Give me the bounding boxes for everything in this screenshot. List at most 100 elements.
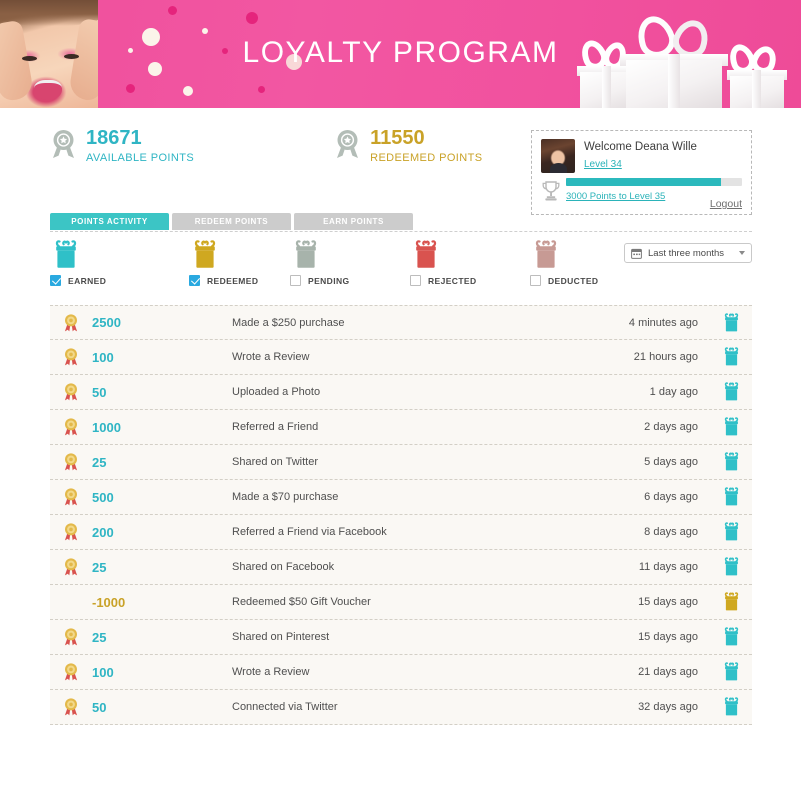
filter-pending[interactable]: PENDING	[290, 240, 430, 286]
table-row[interactable]: 500 Made a $70 purchase 6 days ago	[50, 480, 752, 515]
row-medal-cell	[50, 348, 92, 366]
chevron-down-icon[interactable]	[739, 251, 745, 255]
welcome-message: Welcome Deana Wille	[584, 141, 697, 153]
row-points: 200	[92, 524, 114, 540]
row-gift-cell	[710, 557, 752, 577]
tabs-divider	[50, 231, 752, 232]
row-description: Redeemed $50 Gift Voucher	[232, 596, 371, 608]
checkbox-rejected[interactable]	[410, 275, 421, 286]
filter-label: REJECTED	[428, 275, 477, 286]
medal-icon	[64, 418, 78, 436]
gift-icon	[724, 312, 738, 331]
stat-value: 18671	[86, 127, 142, 149]
row-time: 11 days ago	[638, 561, 698, 573]
filter-label: DEDUCTED	[548, 275, 599, 286]
gift-icon	[724, 662, 738, 681]
filter-rejected[interactable]: REJECTED	[410, 240, 550, 286]
row-medal-cell	[50, 418, 92, 436]
filter-label: REDEEMED	[207, 275, 259, 286]
filter-earned[interactable]: EARNED	[50, 240, 190, 286]
model-mouth	[34, 80, 62, 100]
gift-icon	[724, 487, 738, 506]
table-row[interactable]: 100 Wrote a Review 21 hours ago	[50, 340, 752, 375]
ribbon-award-icon	[337, 130, 359, 158]
checkbox-earned[interactable]	[50, 275, 61, 286]
tab-earn-points[interactable]: EARN POINTS	[294, 213, 413, 230]
row-description: Shared on Facebook	[232, 561, 335, 573]
tab-redeem-points[interactable]: REDEEM POINTS	[172, 213, 291, 230]
date-range-value: Last three months	[648, 247, 725, 259]
ribbon-award-icon	[53, 130, 74, 158]
row-time: 2 days ago	[644, 421, 698, 433]
checkbox-pending[interactable]	[290, 275, 301, 286]
row-points: 100	[92, 664, 114, 680]
tab-points-activity[interactable]: POINTS ACTIVITY	[50, 213, 169, 230]
row-description: Connected via Twitter	[232, 701, 338, 713]
table-row[interactable]: 200 Referred a Friend via Facebook 8 day…	[50, 515, 752, 550]
stat-value: 11550	[370, 127, 425, 149]
gift-icon	[295, 240, 317, 268]
decorative-dot	[126, 84, 135, 93]
row-points: 25	[92, 559, 107, 575]
medal-icon	[64, 663, 78, 681]
date-range-dropdown[interactable]: Last three months	[624, 243, 752, 263]
points-to-next-level-link[interactable]: 3000 Points to Level 35	[566, 191, 665, 202]
row-points: 100	[92, 349, 114, 365]
table-row[interactable]: 1000 Referred a Friend 2 days ago	[50, 410, 752, 445]
row-gift-cell	[710, 662, 752, 682]
row-medal-cell	[50, 453, 92, 471]
gift-icon	[724, 627, 738, 646]
stat-redeemed-points: 11550 REDEEMED POINTS	[334, 128, 482, 164]
row-points: 25	[92, 454, 107, 470]
row-description: Made a $250 purchase	[232, 316, 345, 329]
medal-icon	[64, 453, 78, 471]
checkbox-redeemed[interactable]	[189, 275, 200, 286]
row-gift-cell	[710, 592, 752, 612]
medal-icon	[64, 628, 78, 646]
row-points: 1000	[92, 419, 121, 435]
row-medal-cell	[50, 383, 92, 401]
row-gift-cell	[710, 697, 752, 717]
medal-icon	[64, 383, 78, 401]
points-summary: 18671 AVAILABLE POINTS 11550 REDEEMED PO…	[50, 128, 482, 164]
level-link[interactable]: Level 34	[584, 159, 622, 170]
table-row[interactable]: -1000 Redeemed $50 Gift Voucher 15 days …	[50, 585, 752, 620]
logout-link[interactable]: Logout	[710, 198, 742, 210]
table-row[interactable]: 50 Uploaded a Photo 1 day ago	[50, 375, 752, 410]
activity-filters: EARNED REDEEMED PENDING REJECTED DEDUCTE…	[50, 240, 610, 290]
filter-control[interactable]: DEDUCTED	[530, 275, 670, 286]
medal-icon	[64, 488, 78, 506]
medal-icon	[64, 698, 78, 716]
row-gift-cell	[710, 487, 752, 507]
stat-label: AVAILABLE POINTS	[86, 152, 195, 164]
row-time: 15 days ago	[638, 596, 698, 608]
row-points: 2500	[92, 315, 121, 330]
filter-control[interactable]: EARNED	[50, 275, 190, 286]
user-identity: Welcome Deana Wille Level 34	[541, 139, 742, 173]
row-time: 5 days ago	[644, 456, 698, 468]
gift-icon	[724, 592, 738, 611]
table-row[interactable]: 25 Shared on Pinterest 15 days ago	[50, 620, 752, 655]
checkbox-deducted[interactable]	[530, 275, 541, 286]
gift-icon	[724, 697, 738, 716]
row-gift-cell	[710, 627, 752, 647]
gift-icon	[724, 452, 738, 471]
decorative-dot	[202, 28, 208, 34]
table-row[interactable]: 25 Shared on Twitter 5 days ago	[50, 445, 752, 480]
decorative-dot	[183, 86, 193, 96]
row-time: 21 hours ago	[633, 351, 698, 363]
table-row[interactable]: 2500 Made a $250 purchase 4 minutes ago	[50, 305, 752, 340]
gift-icon	[724, 417, 738, 436]
gift-icon	[415, 240, 437, 268]
row-gift-cell	[710, 312, 752, 333]
filter-control[interactable]: PENDING	[290, 275, 430, 286]
row-time: 1 day ago	[649, 386, 698, 398]
table-row[interactable]: 50 Connected via Twitter 32 days ago	[50, 690, 752, 725]
table-row[interactable]: 25 Shared on Facebook 11 days ago	[50, 550, 752, 585]
page-banner: LOYALTY PROGRAM	[0, 0, 801, 108]
filter-control[interactable]: REJECTED	[410, 275, 550, 286]
row-gift-cell	[710, 382, 752, 402]
table-row[interactable]: 100 Wrote a Review 21 days ago	[50, 655, 752, 690]
filter-label: PENDING	[308, 275, 350, 286]
ribbon-vertical	[602, 66, 611, 108]
